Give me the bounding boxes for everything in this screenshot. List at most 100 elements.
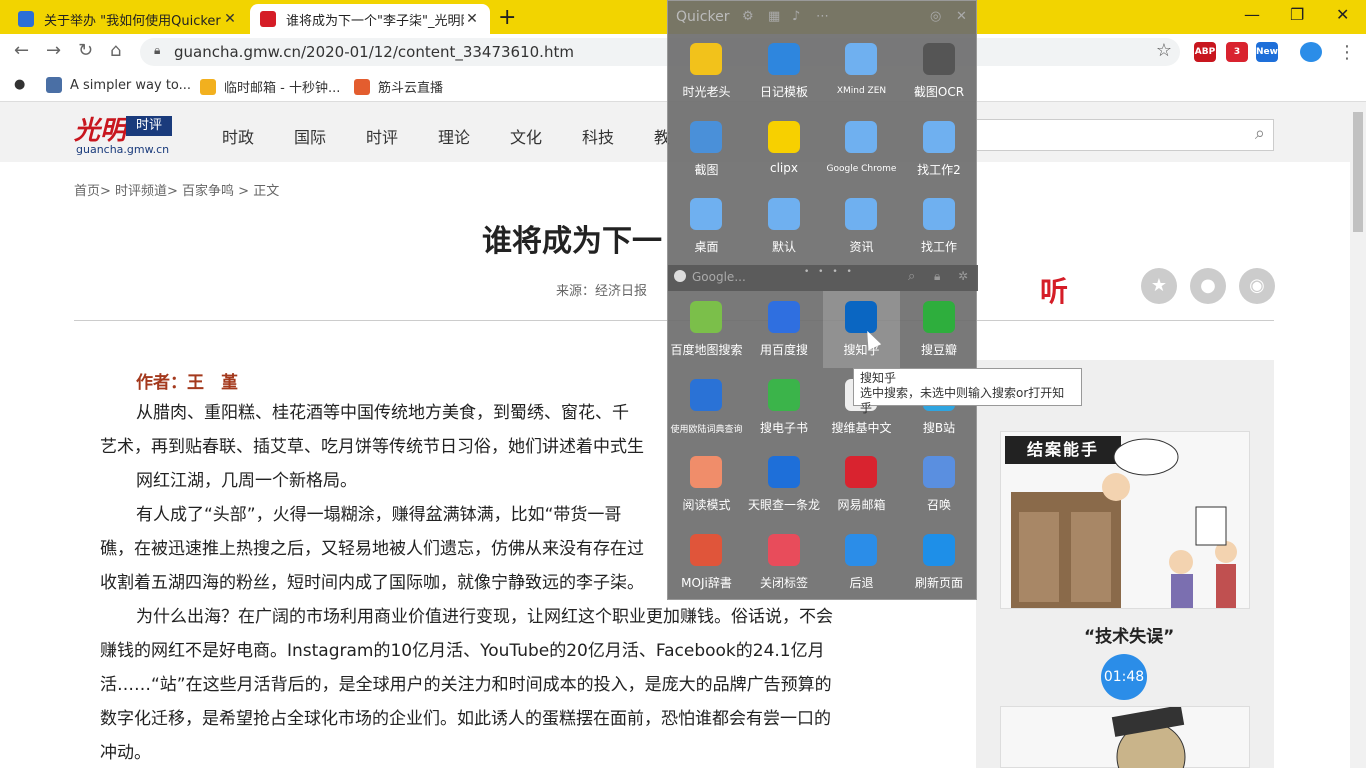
cartoon-caption[interactable]: “技术失误” xyxy=(1084,622,1174,647)
adblock-extension-icon[interactable]: ABP 1 xyxy=(1194,42,1216,77)
quicker-action-label: 搜豆瓣 xyxy=(920,343,957,357)
page-dots[interactable]: • • • • xyxy=(804,267,855,277)
article-source: 来源：经济日报 xyxy=(556,284,648,299)
close-window-icon[interactable]: ✕ xyxy=(1336,5,1349,24)
site-logo[interactable]: 光明 时评 guancha.gmw.cn xyxy=(74,110,184,156)
tooltip-description: 选中搜索，未选中则输入搜索or打开知乎 xyxy=(860,386,1065,415)
quicker-action[interactable]: 刷新页面 xyxy=(901,524,978,601)
gmw-favicon-icon xyxy=(260,11,276,27)
bookmark-star-icon[interactable]: ☆ xyxy=(1156,40,1172,61)
nav-item[interactable]: 理论 xyxy=(438,124,470,148)
close-icon[interactable]: ✕ xyxy=(464,11,480,27)
bookmark-item[interactable]: 筋斗云直播 xyxy=(354,77,443,96)
back-icon xyxy=(845,533,877,566)
search-icon[interactable]: ⌕ xyxy=(908,269,915,284)
back-icon[interactable]: ← xyxy=(14,40,29,61)
quicker-action[interactable]: 召唤 xyxy=(901,446,978,523)
new-tab-button[interactable]: + xyxy=(498,5,516,30)
wechat-icon[interactable]: ● xyxy=(1190,268,1226,304)
link-icon xyxy=(922,456,955,488)
grid-icon[interactable]: ▦ xyxy=(768,9,780,24)
reload-icon[interactable]: ↻ xyxy=(78,40,93,61)
quicker-action-label: 搜B站 xyxy=(922,420,956,435)
quicker-action-label: 找工作 xyxy=(920,240,957,254)
listen-button[interactable]: 听 xyxy=(1040,270,1068,310)
quicker-action-label: 截图 xyxy=(694,162,719,177)
tab-gmw[interactable]: 谁将成为下一个"李子柒"_光明网 ✕ xyxy=(250,4,490,34)
bookmark-item[interactable]: A simpler way to... xyxy=(46,77,191,93)
mic-icon[interactable]: ♪ xyxy=(792,9,800,24)
quicker-action[interactable]: XMind ZEN xyxy=(823,33,900,110)
cartoon-drawing xyxy=(1011,438,1237,608)
quicker-action[interactable]: 关闭标签 xyxy=(746,524,823,601)
window-icon xyxy=(845,43,877,75)
search-icon[interactable]: ⌕ xyxy=(1255,123,1265,144)
window-icon xyxy=(767,198,800,230)
note-icon xyxy=(767,43,800,75)
site-search-input[interactable]: ⌕ xyxy=(976,119,1274,151)
extension-icon[interactable]: 3 xyxy=(1226,42,1248,62)
forward-icon[interactable]: → xyxy=(46,40,61,61)
close-icon[interactable]: ✕ xyxy=(222,11,238,27)
quicker-action-label: 搜电子书 xyxy=(759,420,808,435)
nav-item[interactable]: 文化 xyxy=(510,124,542,148)
menu-icon[interactable]: ⋮ xyxy=(1338,42,1356,63)
quicker-action[interactable]: Google Chrome xyxy=(823,111,900,188)
quicker-action[interactable]: 截图OCR xyxy=(901,33,978,110)
quicker-action[interactable]: 百度地图搜索 xyxy=(668,291,745,368)
quicker-favicon-icon xyxy=(18,11,34,27)
quicker-action[interactable]: 阅读模式 xyxy=(668,446,745,523)
quicker-action[interactable]: 找工作2 xyxy=(901,111,978,188)
quicker-action[interactable]: 使用欧陆词典查询 xyxy=(668,369,745,446)
quicker-action[interactable]: 日记模板 xyxy=(746,33,823,110)
close-icon[interactable]: ✕ xyxy=(956,9,967,24)
nav-item[interactable]: 时政 xyxy=(222,124,254,148)
mail-icon xyxy=(845,456,877,488)
user-icon[interactable]: ◎ xyxy=(930,9,941,24)
address-bar[interactable]: 🔒︎ guancha.gmw.cn/2020-01/12/content_334… xyxy=(140,38,1180,66)
window-icon xyxy=(845,198,877,230)
home-icon[interactable]: ⌂ xyxy=(110,40,121,61)
lock-icon[interactable]: 🔒︎ xyxy=(934,269,940,284)
scrollbar-thumb[interactable] xyxy=(1353,112,1363,232)
quicker-action[interactable]: 资讯 xyxy=(823,188,900,265)
nav-item[interactable]: 时评 xyxy=(366,124,398,148)
tab-quicker[interactable]: 关于举办 "我如何使用Quicker"主 ✕ xyxy=(8,4,248,34)
quicker-action-label: 截图OCR xyxy=(913,85,965,99)
quicker-action[interactable]: 找工作 xyxy=(901,188,978,265)
quicker-action[interactable]: 后退 xyxy=(823,524,900,601)
quicker-action[interactable]: 网易邮箱 xyxy=(823,446,900,523)
quicker-action[interactable]: 用百度搜 xyxy=(746,291,823,368)
quicker-action[interactable]: 搜知乎 xyxy=(823,291,900,368)
favorite-icon[interactable]: ★ xyxy=(1141,268,1177,304)
minimize-icon[interactable]: — xyxy=(1244,5,1260,24)
quicker-action[interactable]: MOJi辞書 xyxy=(668,524,745,601)
breadcrumb[interactable]: 首页> 时评频道> 百家争鸣 > 正文 xyxy=(74,180,279,199)
reader-icon xyxy=(690,456,722,488)
cartoon-image[interactable]: 结案能手 xyxy=(1000,431,1250,609)
gear-icon[interactable]: ⚙ xyxy=(742,9,754,24)
bookmark-item[interactable]: 临时邮箱 - 十秒钟... xyxy=(200,77,340,96)
quicker-action[interactable]: clipx xyxy=(746,111,823,188)
nav-item[interactable]: 国际 xyxy=(294,124,326,148)
quicker-action[interactable]: 搜电子书 xyxy=(746,369,823,446)
nav-item[interactable]: 科技 xyxy=(582,124,614,148)
quicker-action[interactable]: 默认 xyxy=(746,188,823,265)
more-icon[interactable]: ⋯ xyxy=(816,9,829,24)
maximize-icon[interactable]: ❐ xyxy=(1290,5,1304,24)
window-icon xyxy=(690,198,722,230)
quicker-action[interactable]: 桌面 xyxy=(668,188,745,265)
quicker-action[interactable]: 截图 xyxy=(668,111,745,188)
lock-icon: 🔒︎ xyxy=(154,43,161,57)
quicker-action-label: 关闭标签 xyxy=(759,575,808,590)
quicker-action[interactable]: 时光老头 xyxy=(668,33,745,110)
settings-icon[interactable]: ✲ xyxy=(958,269,968,283)
chrome-icon xyxy=(674,270,686,282)
quicker-action[interactable]: 搜豆瓣 xyxy=(901,291,978,368)
new-extension-icon[interactable]: New xyxy=(1256,42,1278,62)
cartoon-image[interactable] xyxy=(1000,706,1250,768)
weibo-icon[interactable]: ◉ xyxy=(1239,268,1275,304)
profile-avatar[interactable] xyxy=(1300,42,1322,62)
scrollbar[interactable] xyxy=(1350,102,1366,768)
quicker-action[interactable]: 天眼查一条龙 xyxy=(746,446,823,523)
